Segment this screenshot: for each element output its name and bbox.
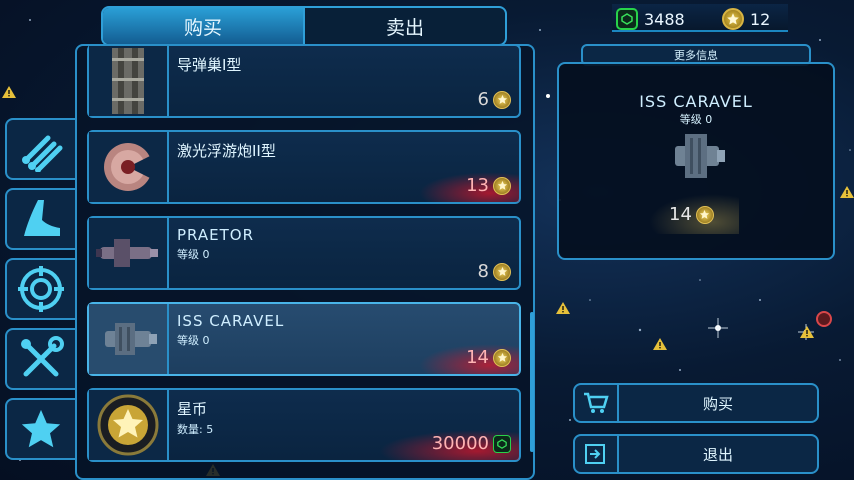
preview-title: ISS CARAVEL xyxy=(639,92,753,111)
tab-buy[interactable]: 购买 xyxy=(103,8,303,44)
missile-nest-thumbnail xyxy=(89,46,169,116)
star-icon xyxy=(493,348,511,367)
item-price: 14 xyxy=(466,347,511,368)
price-value: 14 xyxy=(466,347,489,368)
item-level: 等级 0 xyxy=(177,248,210,261)
star-count: 12 xyxy=(750,9,771,29)
buy-button[interactable]: 购买 xyxy=(573,383,819,423)
category-weapons[interactable] xyxy=(5,258,75,320)
list-scrollbar[interactable] xyxy=(530,312,534,452)
list-item-selected[interactable]: ISS CARAVEL 等级 0 14 xyxy=(87,302,521,376)
cube-currency: 3488 xyxy=(616,8,685,30)
item-price: 13 xyxy=(466,175,511,196)
preview-price: 14 xyxy=(669,204,714,225)
item-price: 6 xyxy=(478,89,511,110)
buy-label: 购买 xyxy=(702,394,733,413)
price-value: 6 xyxy=(477,89,489,110)
cube-count: 3488 xyxy=(644,9,685,29)
warning-icon xyxy=(840,186,854,198)
praetor-ship-thumbnail xyxy=(89,218,169,288)
star-icon xyxy=(493,176,511,195)
warning-icon xyxy=(2,86,16,98)
crosshair-icon xyxy=(18,266,64,312)
preview-level: 等级 0 xyxy=(679,113,713,126)
category-pipes[interactable] xyxy=(5,118,75,180)
price-value: 13 xyxy=(466,175,489,196)
cart-icon xyxy=(575,385,619,421)
star-currency: 12 xyxy=(722,8,770,30)
cube-icon xyxy=(493,434,511,453)
currency-bar: 3488 12 xyxy=(612,4,788,32)
item-name: ISS CARAVEL xyxy=(177,312,285,330)
price-value: 30000 xyxy=(431,433,489,454)
exit-label: 退出 xyxy=(702,445,733,464)
price-value: 14 xyxy=(669,204,692,225)
shop-tabs: 购买 卖出 xyxy=(101,6,507,46)
item-name: 激光浮游炮II型 xyxy=(177,142,276,160)
item-price: 30000 xyxy=(432,433,511,454)
category-premium[interactable] xyxy=(5,398,75,460)
star-icon xyxy=(695,205,714,224)
warning-icon xyxy=(556,302,570,314)
list-item[interactable]: 激光浮游炮II型 13 xyxy=(87,130,521,204)
exit-button[interactable]: 退出 xyxy=(573,434,819,474)
warning-icon xyxy=(800,326,814,338)
item-name: 星币 xyxy=(177,400,208,418)
pipes-icon xyxy=(22,135,63,172)
price-value: 8 xyxy=(477,261,489,282)
cube-icon xyxy=(616,8,638,30)
star-coin-thumbnail xyxy=(89,390,169,460)
exit-icon xyxy=(575,436,619,472)
warning-icon xyxy=(653,338,667,350)
star-icon xyxy=(493,262,511,281)
ship-preview-panel: ISS CARAVEL 等级 0 14 xyxy=(557,62,835,260)
category-boot[interactable] xyxy=(5,188,75,250)
list-item[interactable]: 导弹巢I型 6 xyxy=(87,44,521,118)
laser-drone-thumbnail xyxy=(89,132,169,202)
star-icon xyxy=(722,8,744,30)
list-item[interactable]: PRAETOR 等级 0 8 xyxy=(87,216,521,290)
star-icon xyxy=(21,409,61,448)
caravel-ship-thumbnail xyxy=(89,304,169,374)
boot-icon xyxy=(24,200,60,236)
item-price: 8 xyxy=(478,261,511,282)
list-item[interactable]: 星币 数量: 5 30000 xyxy=(87,388,521,462)
tools-icon xyxy=(21,336,64,377)
tab-sell[interactable]: 卖出 xyxy=(303,8,505,44)
hostile-marker-icon xyxy=(816,311,832,327)
caravel-ship-image xyxy=(675,134,725,178)
category-tools[interactable] xyxy=(5,328,75,390)
item-name: 导弹巢I型 xyxy=(177,56,242,74)
item-name: PRAETOR xyxy=(177,226,254,244)
star-icon xyxy=(493,90,511,109)
